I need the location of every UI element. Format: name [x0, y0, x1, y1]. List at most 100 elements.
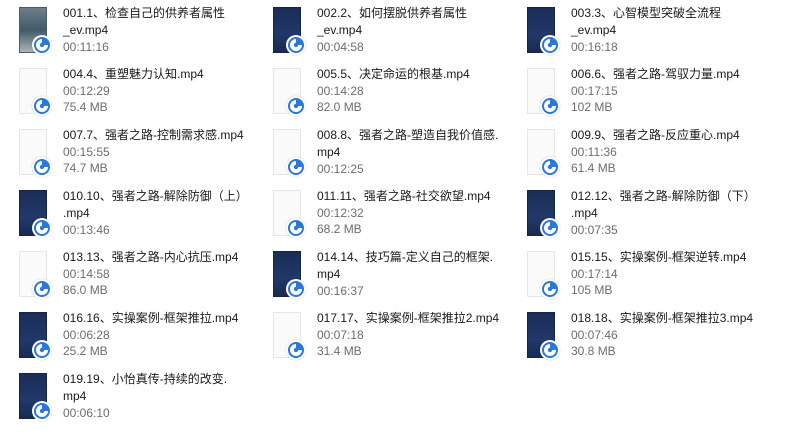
media-play-badge-icon — [540, 96, 560, 116]
file-tile[interactable]: 005.5、决定命运的根基.mp4 00:14:28 82.0 MB — [273, 64, 523, 124]
file-tile[interactable]: 015.15、实操案例-框架逆转.mp4 00:17:14 105 MB — [527, 247, 777, 307]
file-name-continued: mp4 — [317, 267, 341, 281]
file-tile[interactable]: 019.19、小怡真传-持续的改变. mp4 00:06:10 — [19, 369, 269, 429]
file-info: 003.3、心智模型突破全流程 _ev.mp4 00:16:18 — [571, 5, 777, 55]
file-info: 009.9、强者之路-反应重心.mp4 00:11:36 61.4 MB — [571, 127, 777, 176]
file-name: 016.16、实操案例-框架推拉.mp4 — [63, 311, 239, 325]
file-duration: 00:13:46 — [63, 223, 110, 237]
file-tile[interactable]: 007.7、强者之路-控制需求感.mp4 00:15:55 74.7 MB — [19, 125, 269, 185]
media-play-badge-icon — [286, 96, 306, 116]
file-duration: 00:17:15 — [571, 84, 618, 98]
file-tile[interactable]: 010.10、强者之路-解除防御（上） .mp4 00:13:46 — [19, 186, 269, 246]
file-info: 015.15、实操案例-框架逆转.mp4 00:17:14 105 MB — [571, 249, 777, 298]
file-tile[interactable]: 012.12、强者之路-解除防御（下） .mp4 00:07:35 — [527, 186, 777, 246]
media-play-badge-icon — [32, 279, 52, 299]
media-play-badge-icon — [286, 279, 306, 299]
file-info: 011.11、强者之路-社交欲望.mp4 00:12:32 68.2 MB — [317, 188, 523, 237]
media-play-badge-icon — [540, 218, 560, 238]
file-name-continued: _ev.mp4 — [63, 23, 109, 37]
file-size: 68.2 MB — [317, 222, 362, 236]
media-play-badge-icon — [32, 340, 52, 360]
media-play-badge-icon — [32, 35, 52, 55]
file-size: 61.4 MB — [571, 161, 616, 175]
file-tile[interactable]: 003.3、心智模型突破全流程 _ev.mp4 00:16:18 — [527, 3, 777, 63]
file-name: 010.10、强者之路-解除防御（上） — [63, 189, 248, 203]
file-size: 86.0 MB — [63, 283, 108, 297]
file-tile[interactable]: 006.6、强者之路-驾驭力量.mp4 00:17:15 102 MB — [527, 64, 777, 124]
file-duration: 00:07:35 — [571, 223, 618, 237]
file-info: 001.1、检查自己的供养者属性 _ev.mp4 00:11:16 — [63, 5, 269, 55]
file-tile[interactable]: 002.2、如何摆脱供养者属性 _ev.mp4 00:04:58 — [273, 3, 523, 63]
file-duration: 00:06:10 — [63, 406, 110, 420]
file-name: 011.11、强者之路-社交欲望.mp4 — [317, 189, 491, 203]
file-name-continued: _ev.mp4 — [571, 23, 617, 37]
file-name: 014.14、技巧篇-定义自己的框架. — [317, 250, 494, 264]
file-info: 002.2、如何摆脱供养者属性 _ev.mp4 00:04:58 — [317, 5, 523, 55]
file-duration: 00:14:58 — [63, 267, 110, 281]
file-name: 007.7、强者之路-控制需求感.mp4 — [63, 128, 244, 142]
file-duration: 00:11:36 — [571, 145, 617, 159]
file-info: 019.19、小怡真传-持续的改变. mp4 00:06:10 — [63, 371, 269, 421]
file-info: 006.6、强者之路-驾驭力量.mp4 00:17:15 102 MB — [571, 66, 777, 115]
file-name-continued: .mp4 — [63, 206, 90, 220]
file-name: 009.9、强者之路-反应重心.mp4 — [571, 128, 740, 142]
media-play-badge-icon — [540, 340, 560, 360]
file-name: 017.17、实操案例-框架推拉2.mp4 — [317, 311, 500, 325]
file-name: 012.12、强者之路-解除防御（下） — [571, 189, 756, 203]
file-tile[interactable]: 017.17、实操案例-框架推拉2.mp4 00:07:18 31.4 MB — [273, 308, 523, 368]
file-duration: 00:12:29 — [63, 84, 110, 98]
media-play-badge-icon — [286, 340, 306, 360]
file-info: 018.18、实操案例-框架推拉3.mp4 00:07:46 30.8 MB — [571, 310, 777, 359]
file-info: 004.4、重塑魅力认知.mp4 00:12:29 75.4 MB — [63, 66, 269, 115]
file-info: 017.17、实操案例-框架推拉2.mp4 00:07:18 31.4 MB — [317, 310, 523, 359]
file-name: 005.5、决定命运的根基.mp4 — [317, 67, 470, 81]
file-info: 008.8、强者之路-塑造自我价值感. mp4 00:12:25 — [317, 127, 523, 177]
file-info: 007.7、强者之路-控制需求感.mp4 00:15:55 74.7 MB — [63, 127, 269, 176]
file-duration: 00:15:55 — [63, 145, 110, 159]
file-duration: 00:06:28 — [63, 328, 110, 342]
media-play-badge-icon — [32, 157, 52, 177]
file-name: 019.19、小怡真传-持续的改变. — [63, 372, 228, 386]
file-info: 010.10、强者之路-解除防御（上） .mp4 00:13:46 — [63, 188, 269, 238]
file-duration: 00:11:16 — [63, 40, 109, 54]
file-info: 014.14、技巧篇-定义自己的框架. mp4 00:16:37 — [317, 249, 523, 299]
file-info: 013.13、强者之路-内心抗压.mp4 00:14:58 86.0 MB — [63, 249, 269, 298]
file-tile[interactable]: 011.11、强者之路-社交欲望.mp4 00:12:32 68.2 MB — [273, 186, 523, 246]
file-duration: 00:14:28 — [317, 84, 364, 98]
file-name-continued: _ev.mp4 — [317, 23, 363, 37]
file-size: 102 MB — [571, 100, 613, 114]
file-duration: 00:12:25 — [317, 162, 364, 176]
file-tile[interactable]: 018.18、实操案例-框架推拉3.mp4 00:07:46 30.8 MB — [527, 308, 777, 368]
file-tile[interactable]: 013.13、强者之路-内心抗压.mp4 00:14:58 86.0 MB — [19, 247, 269, 307]
file-tile[interactable]: 008.8、强者之路-塑造自我价值感. mp4 00:12:25 — [273, 125, 523, 185]
media-play-badge-icon — [540, 279, 560, 299]
file-duration: 00:07:18 — [317, 328, 364, 342]
media-play-badge-icon — [286, 218, 306, 238]
file-tile[interactable]: 004.4、重塑魅力认知.mp4 00:12:29 75.4 MB — [19, 64, 269, 124]
file-name-continued: mp4 — [317, 145, 341, 159]
file-size: 25.2 MB — [63, 344, 108, 358]
file-name: 001.1、检查自己的供养者属性 — [63, 6, 226, 20]
media-play-badge-icon — [32, 401, 52, 421]
media-play-badge-icon — [540, 35, 560, 55]
file-name: 008.8、强者之路-塑造自我价值感. — [317, 128, 499, 142]
file-tile[interactable]: 009.9、强者之路-反应重心.mp4 00:11:36 61.4 MB — [527, 125, 777, 185]
file-size: 30.8 MB — [571, 344, 616, 358]
file-name: 015.15、实操案例-框架逆转.mp4 — [571, 250, 747, 264]
file-duration: 00:12:32 — [317, 206, 364, 220]
media-play-badge-icon — [32, 96, 52, 116]
file-tile[interactable]: 014.14、技巧篇-定义自己的框架. mp4 00:16:37 — [273, 247, 523, 307]
media-play-badge-icon — [32, 218, 52, 238]
file-tile[interactable]: 016.16、实操案例-框架推拉.mp4 00:06:28 25.2 MB — [19, 308, 269, 368]
file-name: 002.2、如何摆脱供养者属性 — [317, 6, 468, 20]
file-name: 006.6、强者之路-驾驭力量.mp4 — [571, 67, 740, 81]
file-duration: 00:16:18 — [571, 40, 618, 54]
file-name-continued: .mp4 — [571, 206, 598, 220]
file-duration: 00:17:14 — [571, 267, 618, 281]
file-size: 105 MB — [571, 283, 613, 297]
media-play-badge-icon — [540, 157, 560, 177]
file-name-continued: mp4 — [63, 389, 87, 403]
file-name: 018.18、实操案例-框架推拉3.mp4 — [571, 311, 754, 325]
file-tile[interactable]: 001.1、检查自己的供养者属性 _ev.mp4 00:11:16 — [19, 3, 269, 63]
media-play-badge-icon — [286, 35, 306, 55]
